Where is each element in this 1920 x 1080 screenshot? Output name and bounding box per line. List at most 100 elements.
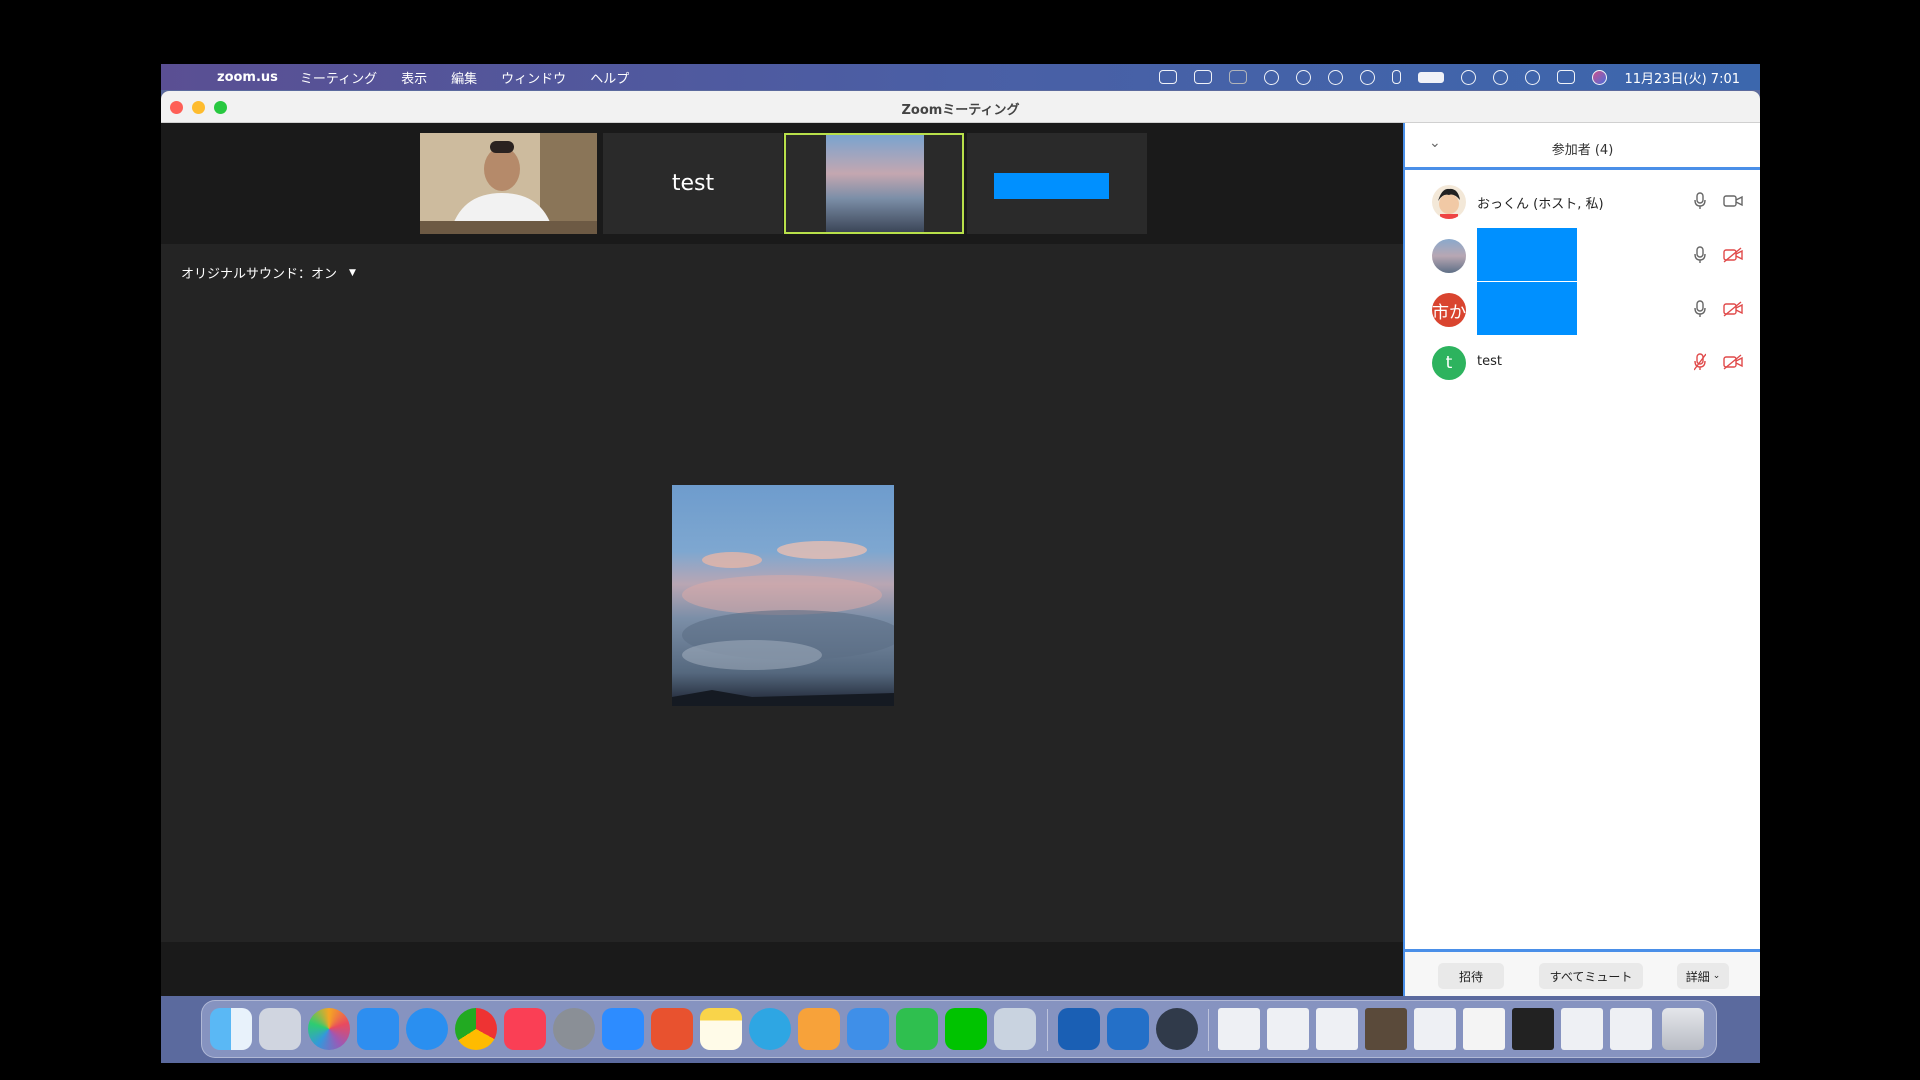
system-preferences-icon[interactable] [553,1008,595,1050]
photos-icon[interactable] [308,1008,350,1050]
siri-icon[interactable] [1592,69,1608,85]
menu-edit[interactable]: 編集 [451,68,477,87]
menu-bar: zoom.us ミーティング 表示 編集 ウィンドウ ヘルプ 11月23日(火)… [161,64,1760,90]
cartoon-face-icon [1438,188,1460,219]
numbers-icon[interactable] [896,1008,938,1050]
redaction-block [1477,282,1577,335]
menu-help[interactable]: ヘルプ [590,68,629,87]
desktop: zoom.us ミーティング 表示 編集 ウィンドウ ヘルプ 11月23日(火)… [161,64,1760,1063]
menu-view[interactable]: 表示 [401,68,427,87]
video-camera-icon[interactable] [1723,193,1743,209]
active-speaker-video [672,485,894,706]
minimized-window-thumbnail[interactable] [1610,1008,1652,1050]
original-sound-toggle[interactable]: オリジナルサウンド：オン ▼ [181,263,356,282]
participants-footer: 招待 すべてミュート 詳細 ⌄ [1405,949,1760,996]
app-menu[interactable]: zoom.us [217,70,278,85]
thumbnail-camera[interactable] [420,133,597,234]
zoom-icon[interactable] [602,1008,644,1050]
participant-avatar: 市か [1432,293,1466,327]
status-area: 11月23日(火) 7:01 [1159,64,1740,90]
participants-panel: ⌄ 参加者 (4) おっくん (ホスト, 私) 市か t test 招待 すべて… [1403,123,1760,996]
dock-separator [1047,1009,1048,1051]
thumbnail-sky[interactable] [784,133,964,234]
control-center-icon[interactable] [1557,70,1576,84]
scansnap-icon[interactable] [1058,1008,1100,1050]
redaction-block [994,173,1109,199]
menu-meeting[interactable]: ミーティング [300,68,377,87]
minimized-window-thumbnail[interactable] [1218,1008,1260,1050]
minimized-window-thumbnail[interactable] [1316,1008,1358,1050]
microphone-icon[interactable] [1694,246,1706,264]
thumbnail-test[interactable]: test [603,133,783,234]
mute-all-button[interactable]: すべてミュート [1539,963,1643,989]
pages-icon[interactable] [798,1008,840,1050]
video-off-icon[interactable] [1723,301,1743,317]
sync-status-icon[interactable] [1296,69,1312,85]
chevron-down-icon: ⌄ [1712,971,1721,981]
moon-icon[interactable] [1360,69,1376,85]
dock-separator [1208,1009,1209,1051]
participants-title: 参加者 (4) [1551,143,1614,158]
mail-icon[interactable] [357,1008,399,1050]
video-area: test オリジナルサウンド：オン ▼ [161,123,1403,996]
minimized-window-thumbnail[interactable] [1267,1008,1309,1050]
user-icon[interactable] [1493,69,1509,85]
scansnap-status-icon[interactable] [1229,70,1248,84]
dock [201,1000,1717,1058]
participant-name: test [1477,354,1502,369]
sky-video [826,135,924,232]
line-status-icon[interactable] [1264,69,1280,85]
menu-window[interactable]: ウィンドウ [501,68,566,87]
thumbnail-redacted[interactable] [967,133,1147,234]
invite-button[interactable]: 招待 [1438,963,1504,989]
participant-name: おっくん (ホスト, 私) [1477,197,1604,212]
participant-avatar: t [1432,346,1466,380]
minimized-window-thumbnail[interactable] [1414,1008,1456,1050]
window-title: Zoomミーティング [901,103,1020,118]
microphone-muted-icon[interactable] [1694,353,1706,371]
participant-row[interactable]: t test [1405,336,1760,386]
telegram-icon[interactable] [749,1008,791,1050]
participant-row[interactable]: 市か [1405,282,1760,335]
participant-row[interactable] [1405,228,1760,281]
zoom-status-icon[interactable] [1159,70,1178,84]
dropdown-arrow-icon: ▼ [349,267,356,278]
safari-icon[interactable] [406,1008,448,1050]
video-off-icon[interactable] [1723,354,1743,370]
thumbnail-strip: test [161,123,1403,244]
music-icon[interactable] [504,1008,546,1050]
participant-avatar [1432,239,1466,273]
wifi-icon[interactable] [1461,69,1477,85]
keynote-icon[interactable] [847,1008,889,1050]
trash-icon[interactable] [1662,1008,1704,1050]
notes-icon[interactable] [700,1008,742,1050]
person-video [420,133,597,234]
minimized-window-thumbnail[interactable] [1365,1008,1407,1050]
minimized-window-thumbnail[interactable] [1561,1008,1603,1050]
play-status-icon[interactable] [1328,69,1344,85]
zoom-window: Zoomミーティング test オリジナルサウンド：オン ▼ ⌄ 参加者 (4)… [161,91,1760,996]
minimized-window-thumbnail[interactable] [1512,1008,1554,1050]
quicktime-icon[interactable] [1156,1008,1198,1050]
app-store-status-icon[interactable] [1194,70,1213,84]
bluetooth-icon[interactable] [1392,70,1402,84]
clock[interactable]: 11月23日(火) 7:01 [1624,68,1740,87]
launchpad-icon[interactable] [259,1008,301,1050]
more-label: 詳細 [1685,969,1710,984]
finder-icon[interactable] [210,1008,252,1050]
participant-row[interactable]: おっくん (ホスト, 私) [1405,175,1760,225]
more-button[interactable]: 詳細 ⌄ [1677,963,1729,989]
battery-icon[interactable] [1418,71,1445,83]
scansnap-2-icon[interactable] [1107,1008,1149,1050]
line-icon[interactable] [945,1008,987,1050]
microphone-icon[interactable] [1694,192,1706,210]
redaction-block [1477,228,1577,281]
microphone-icon[interactable] [1694,300,1706,318]
video-off-icon[interactable] [1723,247,1743,263]
preview-icon[interactable] [994,1008,1036,1050]
minimized-window-thumbnail[interactable] [1463,1008,1505,1050]
original-sound-label: オリジナルサウンド：オン [181,267,338,282]
chrome-icon[interactable] [455,1008,497,1050]
spotlight-icon[interactable] [1525,69,1541,85]
x-app-icon[interactable] [651,1008,693,1050]
